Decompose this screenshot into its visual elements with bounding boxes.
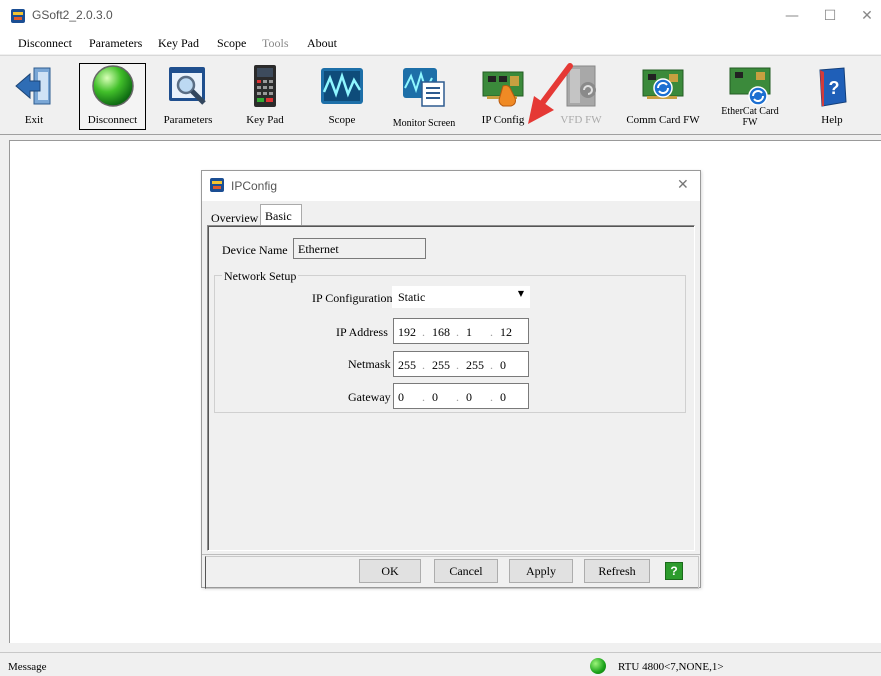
toolbar-disconnect-button[interactable]: Disconnect bbox=[79, 63, 146, 130]
netmask-label: Netmask bbox=[348, 357, 391, 371]
toolbar-exit-label: Exit bbox=[24, 114, 44, 126]
toolbar-comm-card-fw-label: Comm Card FW bbox=[626, 114, 700, 126]
toolbar-monitor-screen-label: Monitor Screen bbox=[392, 118, 456, 129]
dialog-help-button[interactable]: ? bbox=[665, 562, 683, 580]
dialog-button-bar: OK Cancel Apply Refresh ? bbox=[202, 554, 700, 589]
toolbar-scope-button[interactable]: Scope bbox=[314, 58, 370, 132]
ip-configuration-value: Static bbox=[398, 290, 426, 304]
ip-address-octet-2[interactable]: 168 bbox=[432, 325, 450, 340]
netmask-octet-3[interactable]: 255 bbox=[466, 358, 484, 373]
toolbar-parameters-button[interactable]: Parameters bbox=[160, 58, 216, 132]
gateway-octet-1[interactable]: 0 bbox=[398, 390, 404, 405]
monitor-screen-icon bbox=[403, 68, 445, 107]
ip-address-octet-4[interactable]: 12 bbox=[500, 325, 512, 340]
window-title: GSoft2_2.0.3.0 bbox=[32, 8, 113, 22]
toolbar-keypad-button[interactable]: Key Pad bbox=[240, 58, 290, 132]
tab-basic[interactable]: Basic bbox=[260, 204, 302, 225]
help-book-icon: ? bbox=[819, 67, 847, 107]
magnifier-window-icon bbox=[169, 67, 206, 105]
netmask-octet-1[interactable]: 255 bbox=[398, 358, 416, 373]
dialog-title: IPConfig bbox=[231, 179, 278, 193]
green-led-icon bbox=[91, 65, 134, 107]
ip-address-octet-3[interactable]: 1 bbox=[466, 325, 472, 340]
toolbar-scope-label: Scope bbox=[328, 114, 356, 126]
exit-arrow-icon bbox=[15, 67, 51, 105]
app-logo-icon bbox=[11, 9, 25, 23]
gateway-field[interactable]: 0 . 0 . 0 . 0 bbox=[393, 383, 529, 409]
menu-parameters[interactable]: Parameters bbox=[89, 36, 142, 51]
toolbar-help-button[interactable]: ? Help bbox=[804, 58, 860, 132]
gateway-octet-3[interactable]: 0 bbox=[466, 390, 472, 405]
connection-led-icon bbox=[590, 658, 606, 674]
toolbar: Exit Disconnect Parameters Key Pad Scope… bbox=[0, 55, 881, 135]
menu-tools[interactable]: Tools bbox=[262, 36, 289, 51]
netmask-octet-4[interactable]: 0 bbox=[500, 358, 506, 373]
ipconfig-dialog: IPConfig ✕ Overview Basic Device Name Et… bbox=[201, 170, 701, 589]
netmask-field[interactable]: 255 . 255 . 255 . 0 bbox=[393, 351, 529, 377]
ip-address-label: IP Address bbox=[336, 325, 388, 339]
connection-status: RTU 4800<7,NONE,1> bbox=[618, 661, 724, 673]
ip-configuration-label: IP Configuration bbox=[312, 291, 393, 305]
toolbar-disconnect-label: Disconnect bbox=[87, 114, 138, 126]
ok-button[interactable]: OK bbox=[359, 559, 421, 583]
menu-disconnect[interactable]: Disconnect bbox=[18, 36, 72, 51]
annotation-arrow-icon bbox=[528, 63, 573, 124]
toolbar-ethercat-card-fw-label: EtherCat Card FW bbox=[721, 106, 779, 128]
ip-address-field[interactable]: 192 . 168 . 1 . 12 bbox=[393, 318, 529, 344]
chevron-down-icon: ▼ bbox=[517, 289, 524, 298]
svg-text:?: ? bbox=[829, 78, 840, 98]
dialog-titlebar: IPConfig ✕ bbox=[202, 171, 700, 201]
refresh-button[interactable]: Refresh bbox=[584, 559, 650, 583]
menu-scope[interactable]: Scope bbox=[217, 36, 246, 51]
status-message: Message bbox=[8, 661, 47, 673]
cancel-button[interactable]: Cancel bbox=[434, 559, 498, 583]
minimize-button[interactable]: — bbox=[782, 6, 802, 26]
gateway-octet-2[interactable]: 0 bbox=[432, 390, 438, 405]
device-name-field[interactable]: Ethernet bbox=[293, 238, 426, 259]
menu-about[interactable]: About bbox=[307, 36, 337, 51]
ip-address-octet-1[interactable]: 192 bbox=[398, 325, 416, 340]
window-titlebar: GSoft2_2.0.3.0 — ☐ ✕ bbox=[0, 0, 881, 32]
status-bar: Message RTU 4800<7,NONE,1> bbox=[0, 652, 881, 676]
ip-configuration-select[interactable]: Static ▼ bbox=[392, 286, 530, 308]
gateway-octet-4[interactable]: 0 bbox=[500, 390, 506, 405]
device-name-label: Device Name bbox=[222, 243, 288, 257]
toolbar-exit-button[interactable]: Exit bbox=[8, 58, 60, 132]
ethercat-card-refresh-icon bbox=[729, 67, 771, 106]
gateway-label: Gateway bbox=[348, 390, 391, 404]
comm-card-refresh-icon bbox=[642, 69, 684, 99]
waveform-icon bbox=[321, 68, 363, 104]
netmask-octet-2[interactable]: 255 bbox=[432, 358, 450, 373]
dialog-close-button[interactable]: ✕ bbox=[677, 177, 689, 193]
network-setup-label: Network Setup bbox=[222, 269, 299, 284]
keypad-icon bbox=[254, 65, 276, 107]
toolbar-parameters-label: Parameters bbox=[163, 114, 213, 126]
menu-keypad[interactable]: Key Pad bbox=[158, 36, 199, 51]
toolbar-help-label: Help bbox=[821, 114, 843, 126]
toolbar-monitor-screen-button[interactable]: Monitor Screen bbox=[386, 58, 462, 132]
menu-bar: Disconnect Parameters Key Pad Scope Tool… bbox=[0, 32, 881, 54]
apply-button[interactable]: Apply bbox=[509, 559, 573, 583]
toolbar-comm-card-fw-button[interactable]: Comm Card FW bbox=[624, 58, 702, 132]
maximize-button[interactable]: ☐ bbox=[820, 6, 840, 26]
dialog-logo-icon bbox=[210, 178, 224, 192]
toolbar-keypad-label: Key Pad bbox=[246, 114, 284, 126]
close-button[interactable]: ✕ bbox=[857, 6, 877, 26]
toolbar-ethercat-card-fw-button[interactable]: EtherCat Card FW bbox=[712, 58, 788, 132]
